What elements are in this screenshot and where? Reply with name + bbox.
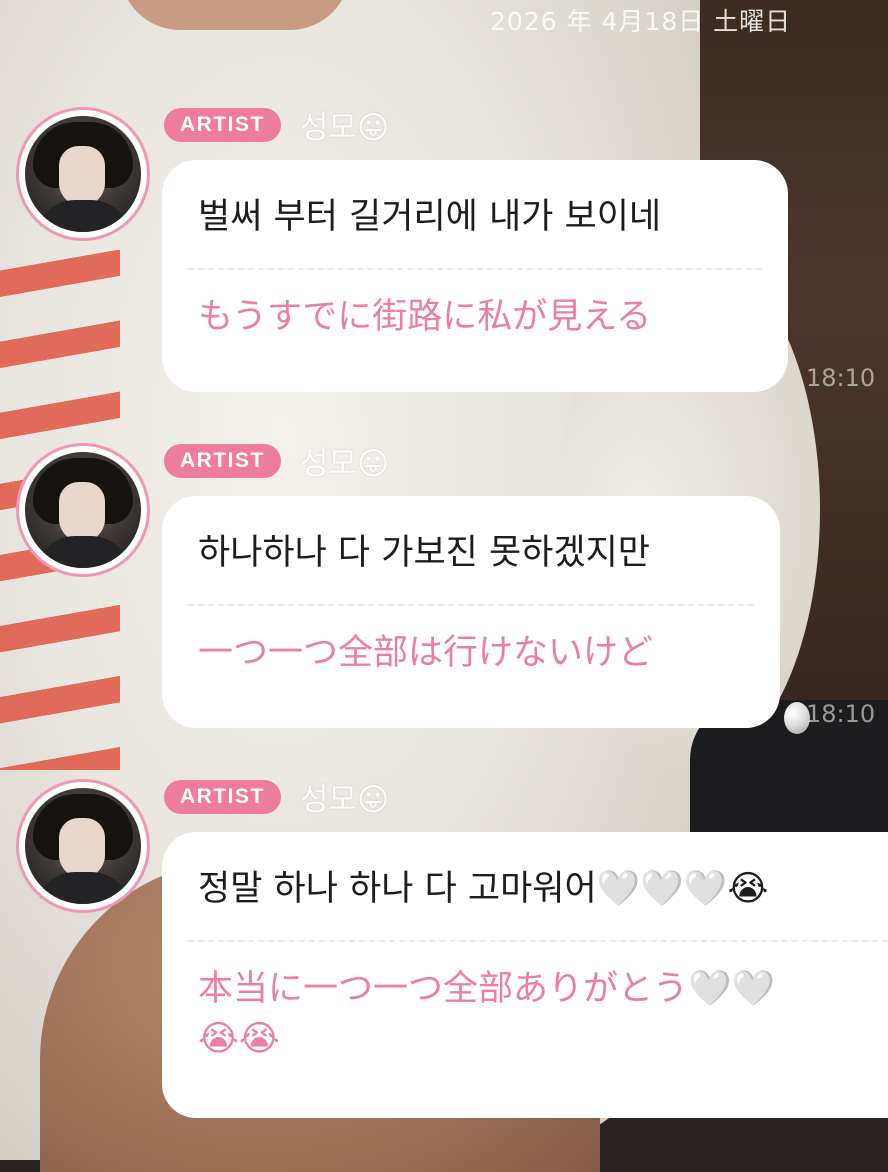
avatar-image [25, 788, 141, 904]
avatar[interactable] [16, 779, 150, 913]
tongue-emoji-icon: 😛 [357, 782, 390, 818]
tongue-emoji-icon: 😛 [357, 446, 390, 482]
message-text-korean: 하나하나 다 가보진 못하겠지만 [198, 533, 650, 573]
tongue-emoji-icon: 😛 [357, 110, 390, 146]
author-name: 성모😛 [300, 774, 389, 819]
artist-badge: ARTIST [164, 780, 281, 814]
message-text-japanese: もうすでに街路に私が見える [198, 297, 652, 337]
date-header: 2026 年 4月18日 土曜日 [490, 7, 792, 36]
author-name: 성모😛 [300, 102, 389, 147]
avatar-image [25, 116, 141, 232]
message-time: 18:10 [806, 364, 876, 392]
author-name-text: 성모 [300, 110, 358, 146]
message-bubble[interactable]: 하나하나 다 가보진 못하겠지만 一つ一つ全部は行けないけど [162, 496, 780, 728]
message-text-korean: 정말 하나 하나 다 고마워어🤍🤍🤍😭 [198, 869, 769, 909]
message-time: 18:10 [806, 700, 876, 728]
author-name: 성모😛 [300, 438, 389, 483]
message-text-korean: 벌써 부터 길거리에 내가 보이네 [198, 197, 662, 237]
message-text-japanese: 一つ一つ全部は行けないけど [198, 633, 654, 673]
message-text-japanese: 本当に一つ一つ全部ありがとう🤍🤍 😭😭 [198, 942, 888, 1064]
message-text-japanese-line2: 😭😭 [198, 1019, 280, 1059]
avatar[interactable] [16, 107, 150, 241]
author-name-text: 성모 [300, 782, 358, 818]
author-name-text: 성모 [300, 446, 358, 482]
message-bubble[interactable]: 벌써 부터 길거리에 내가 보이네 もうすでに街路に私が見える [162, 160, 788, 392]
avatar-image [25, 452, 141, 568]
artist-badge: ARTIST [164, 108, 281, 142]
message-bubble[interactable]: 정말 하나 하나 다 고마워어🤍🤍🤍😭 本当に一つ一つ全部ありがとう🤍🤍 😭😭 [162, 832, 888, 1118]
artist-badge: ARTIST [164, 444, 281, 478]
message-text-japanese-line1: 本当に一つ一つ全部ありがとう🤍🤍 [198, 969, 776, 1009]
avatar[interactable] [16, 443, 150, 577]
